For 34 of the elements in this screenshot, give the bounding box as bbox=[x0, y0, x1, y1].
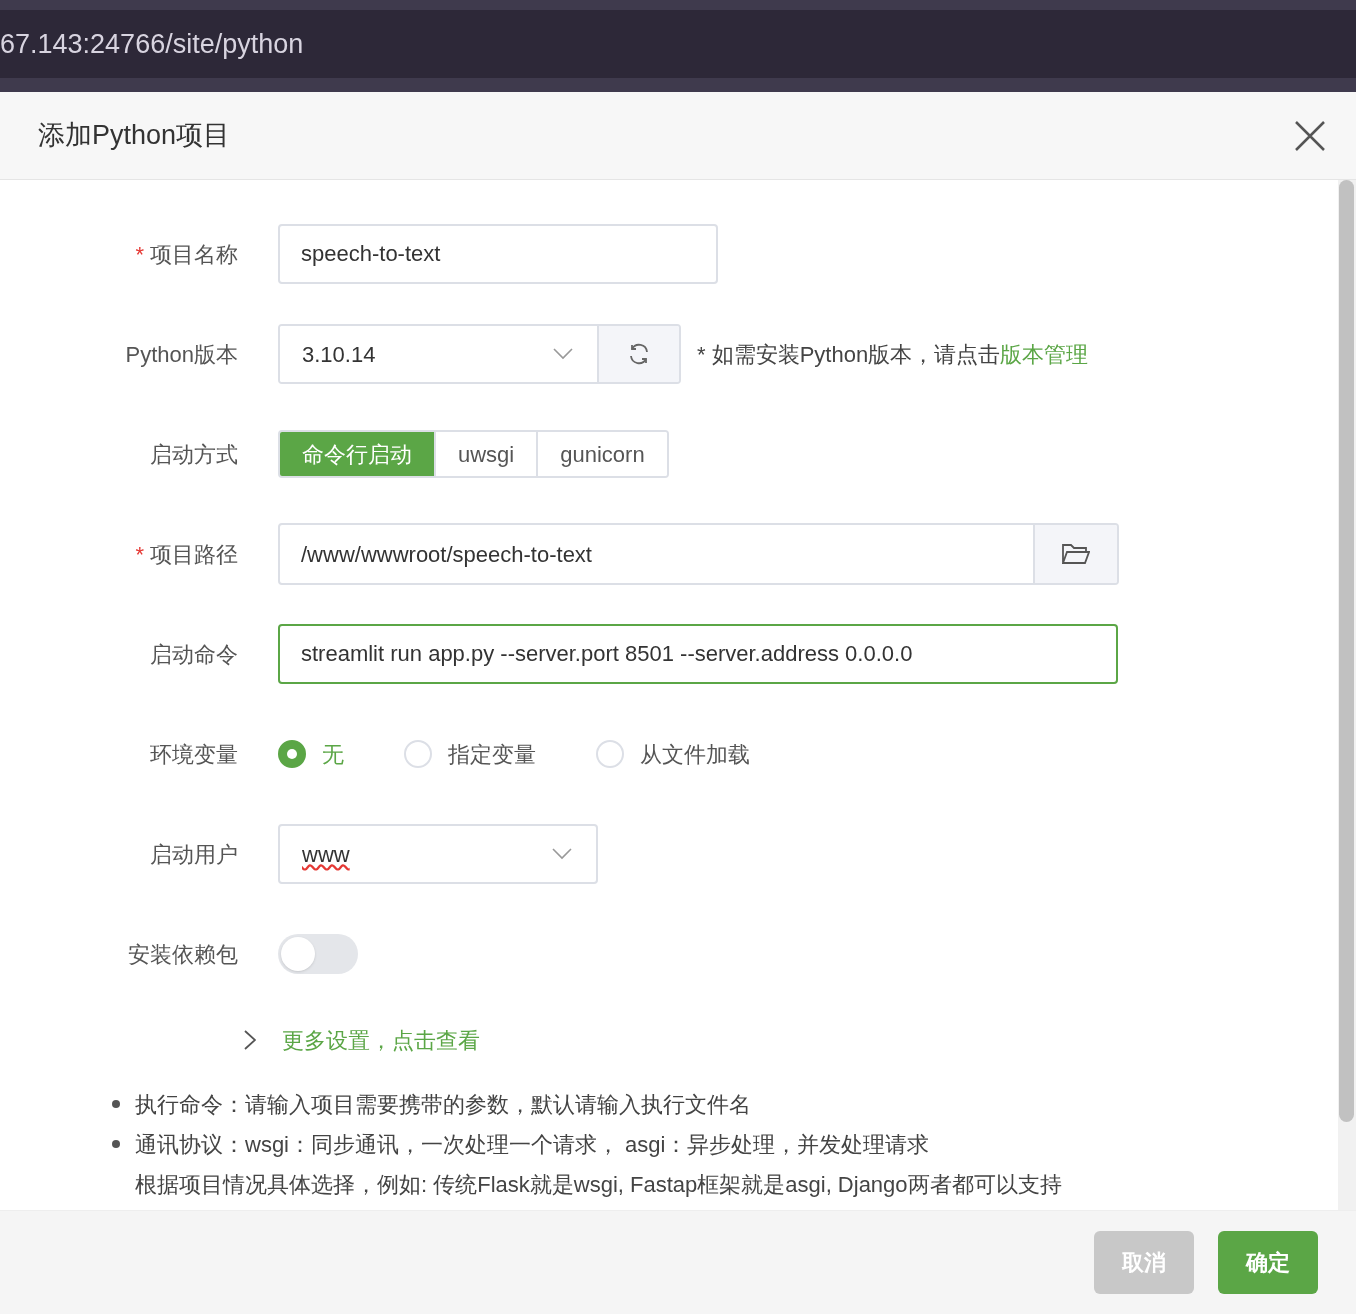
segment-option[interactable]: gunicorn bbox=[536, 432, 667, 476]
text-input[interactable]: speech-to-text bbox=[278, 224, 718, 284]
radio-label[interactable]: 从文件加载 bbox=[640, 737, 750, 771]
help-note: 通讯协议：wsgi：同步通讯，一次处理一个请求， asgi：异步处理，并发处理请求 bbox=[135, 1130, 930, 1159]
text-input[interactable]: streamlit run app.py --server.port 8501 --server.address 0.0.0.0 bbox=[278, 624, 1118, 684]
scrollbar-thumb[interactable] bbox=[1339, 180, 1354, 1122]
required-asterisk: * bbox=[135, 540, 144, 569]
field-label: 启动方式 bbox=[150, 440, 238, 469]
dialog-title: 添加Python项目 bbox=[38, 119, 231, 153]
version-hint: * 如需安装Python版本，请点击版本管理 bbox=[697, 340, 1089, 369]
folder-icon bbox=[1062, 543, 1090, 565]
close-icon[interactable] bbox=[1294, 119, 1326, 152]
field-label: 启动命令 bbox=[150, 640, 238, 669]
field-label: Python版本 bbox=[125, 340, 238, 369]
field-label: 启动用户 bbox=[150, 840, 238, 869]
help-note: 执行命令：请输入项目需要携带的参数，默认请输入执行文件名 bbox=[135, 1090, 751, 1119]
chevron-right-icon bbox=[244, 1030, 256, 1050]
user-select[interactable]: www bbox=[278, 824, 598, 884]
bullet-icon bbox=[112, 1140, 120, 1148]
field-label: 项目路径 bbox=[150, 540, 238, 569]
path-input[interactable]: /www/wwwroot/speech-to-text bbox=[280, 525, 1033, 583]
chevron-down-icon bbox=[552, 848, 572, 860]
help-note: 根据项目情况具体选择，例如: 传统Flask就是wsgi, Fastap框架就是asgi, Django两者都可以支持 bbox=[135, 1170, 1062, 1199]
path-field[interactable]: /www/wwwroot/speech-to-text bbox=[278, 523, 1119, 585]
field-label: 项目名称 bbox=[150, 240, 238, 269]
toggle-switch[interactable] bbox=[278, 934, 358, 974]
bullet-icon bbox=[112, 1100, 120, 1108]
field-label: 环境变量 bbox=[150, 740, 238, 769]
folder-button[interactable] bbox=[1033, 525, 1117, 583]
address-bar-url[interactable]: 67.143:24766/site/python bbox=[0, 23, 304, 65]
radio-label[interactable]: 指定变量 bbox=[448, 737, 536, 771]
radio-button[interactable] bbox=[278, 740, 306, 768]
field-label: 安装依赖包 bbox=[128, 940, 238, 969]
required-asterisk: * bbox=[135, 240, 144, 269]
